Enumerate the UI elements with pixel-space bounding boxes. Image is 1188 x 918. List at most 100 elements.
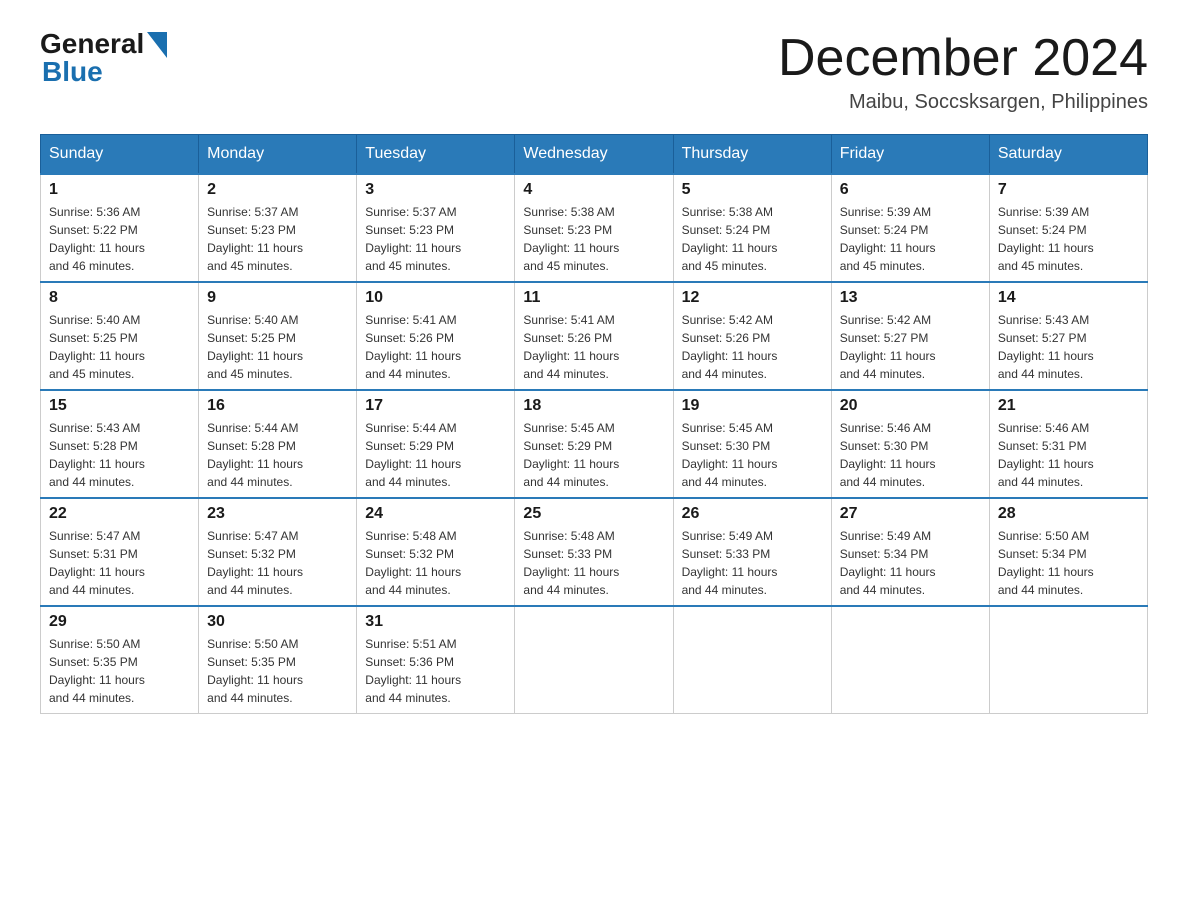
day-info: Sunrise: 5:36 AMSunset: 5:22 PMDaylight:… xyxy=(49,203,190,275)
day-number: 26 xyxy=(682,505,823,523)
calendar-header-row: SundayMondayTuesdayWednesdayThursdayFrid… xyxy=(41,135,1148,175)
day-info: Sunrise: 5:40 AMSunset: 5:25 PMDaylight:… xyxy=(207,311,348,383)
day-info: Sunrise: 5:47 AMSunset: 5:31 PMDaylight:… xyxy=(49,527,190,599)
day-number: 29 xyxy=(49,613,190,631)
day-info: Sunrise: 5:39 AMSunset: 5:24 PMDaylight:… xyxy=(840,203,981,275)
day-info: Sunrise: 5:49 AMSunset: 5:33 PMDaylight:… xyxy=(682,527,823,599)
day-number: 4 xyxy=(523,181,664,199)
calendar-cell: 18 Sunrise: 5:45 AMSunset: 5:29 PMDayligh… xyxy=(515,390,673,498)
day-info: Sunrise: 5:44 AMSunset: 5:29 PMDaylight:… xyxy=(365,419,506,491)
day-info: Sunrise: 5:49 AMSunset: 5:34 PMDaylight:… xyxy=(840,527,981,599)
page-header: General Blue December 2024 Maibu, Soccsk… xyxy=(40,30,1148,114)
calendar-week-row-3: 15 Sunrise: 5:43 AMSunset: 5:28 PMDayligh… xyxy=(41,390,1148,498)
calendar-cell: 13 Sunrise: 5:42 AMSunset: 5:27 PMDayligh… xyxy=(831,282,989,390)
day-number: 9 xyxy=(207,289,348,307)
day-info: Sunrise: 5:46 AMSunset: 5:31 PMDaylight:… xyxy=(998,419,1139,491)
calendar-cell: 17 Sunrise: 5:44 AMSunset: 5:29 PMDayligh… xyxy=(357,390,515,498)
day-number: 14 xyxy=(998,289,1139,307)
calendar-cell: 3Sunrise: 5:37 AMSunset: 5:23 PMDaylight… xyxy=(357,174,515,282)
logo-text-blue: Blue xyxy=(42,58,167,86)
calendar-cell: 9 Sunrise: 5:40 AMSunset: 5:25 PMDaylight… xyxy=(199,282,357,390)
calendar-cell: 12 Sunrise: 5:42 AMSunset: 5:26 PMDayligh… xyxy=(673,282,831,390)
day-number: 24 xyxy=(365,505,506,523)
day-number: 25 xyxy=(523,505,664,523)
logo: General Blue xyxy=(40,30,167,86)
calendar-cell: 2 Sunrise: 5:37 AMSunset: 5:23 PMDaylight… xyxy=(199,174,357,282)
day-number: 1 xyxy=(49,181,190,199)
day-info: Sunrise: 5:41 AMSunset: 5:26 PMDaylight:… xyxy=(523,311,664,383)
calendar-header-wednesday: Wednesday xyxy=(515,135,673,175)
day-number: 27 xyxy=(840,505,981,523)
day-number: 13 xyxy=(840,289,981,307)
day-number: 2 xyxy=(207,181,348,199)
calendar-cell: 1 Sunrise: 5:36 AMSunset: 5:22 PMDaylight… xyxy=(41,174,199,282)
calendar-cell: 7Sunrise: 5:39 AMSunset: 5:24 PMDaylight… xyxy=(989,174,1147,282)
day-info: Sunrise: 5:46 AMSunset: 5:30 PMDaylight:… xyxy=(840,419,981,491)
day-info: Sunrise: 5:43 AMSunset: 5:27 PMDaylight:… xyxy=(998,311,1139,383)
day-info: Sunrise: 5:48 AMSunset: 5:33 PMDaylight:… xyxy=(523,527,664,599)
calendar-cell: 27 Sunrise: 5:49 AMSunset: 5:34 PMDayligh… xyxy=(831,498,989,606)
day-number: 3 xyxy=(365,181,506,199)
calendar-week-row-1: 1 Sunrise: 5:36 AMSunset: 5:22 PMDaylight… xyxy=(41,174,1148,282)
calendar-cell: 29 Sunrise: 5:50 AMSunset: 5:35 PMDayligh… xyxy=(41,606,199,714)
calendar-table: SundayMondayTuesdayWednesdayThursdayFrid… xyxy=(40,134,1148,714)
day-info: Sunrise: 5:51 AMSunset: 5:36 PMDaylight:… xyxy=(365,635,506,707)
day-number: 22 xyxy=(49,505,190,523)
day-info: Sunrise: 5:37 AMSunset: 5:23 PMDaylight:… xyxy=(207,203,348,275)
page-title: December 2024 xyxy=(778,30,1148,87)
calendar-cell: 8 Sunrise: 5:40 AMSunset: 5:25 PMDaylight… xyxy=(41,282,199,390)
calendar-cell: 15 Sunrise: 5:43 AMSunset: 5:28 PMDayligh… xyxy=(41,390,199,498)
logo-text-general: General xyxy=(40,30,144,58)
day-info: Sunrise: 5:50 AMSunset: 5:35 PMDaylight:… xyxy=(207,635,348,707)
calendar-cell: 5 Sunrise: 5:38 AMSunset: 5:24 PMDaylight… xyxy=(673,174,831,282)
calendar-header-thursday: Thursday xyxy=(673,135,831,175)
day-number: 23 xyxy=(207,505,348,523)
calendar-cell xyxy=(831,606,989,714)
calendar-cell xyxy=(989,606,1147,714)
day-number: 15 xyxy=(49,397,190,415)
day-number: 30 xyxy=(207,613,348,631)
calendar-cell: 10 Sunrise: 5:41 AMSunset: 5:26 PMDayligh… xyxy=(357,282,515,390)
day-info: Sunrise: 5:50 AMSunset: 5:35 PMDaylight:… xyxy=(49,635,190,707)
calendar-cell: 28 Sunrise: 5:50 AMSunset: 5:34 PMDayligh… xyxy=(989,498,1147,606)
page-subtitle: Maibu, Soccsksargen, Philippines xyxy=(778,91,1148,114)
calendar-cell: 22 Sunrise: 5:47 AMSunset: 5:31 PMDayligh… xyxy=(41,498,199,606)
calendar-cell: 24Sunrise: 5:48 AMSunset: 5:32 PMDayligh… xyxy=(357,498,515,606)
day-number: 5 xyxy=(682,181,823,199)
day-info: Sunrise: 5:47 AMSunset: 5:32 PMDaylight:… xyxy=(207,527,348,599)
calendar-cell: 6Sunrise: 5:39 AMSunset: 5:24 PMDaylight… xyxy=(831,174,989,282)
calendar-cell: 16Sunrise: 5:44 AMSunset: 5:28 PMDayligh… xyxy=(199,390,357,498)
day-info: Sunrise: 5:41 AMSunset: 5:26 PMDaylight:… xyxy=(365,311,506,383)
day-info: Sunrise: 5:42 AMSunset: 5:27 PMDaylight:… xyxy=(840,311,981,383)
calendar-week-row-2: 8 Sunrise: 5:40 AMSunset: 5:25 PMDaylight… xyxy=(41,282,1148,390)
day-number: 19 xyxy=(682,397,823,415)
day-info: Sunrise: 5:38 AMSunset: 5:24 PMDaylight:… xyxy=(682,203,823,275)
day-number: 28 xyxy=(998,505,1139,523)
day-info: Sunrise: 5:38 AMSunset: 5:23 PMDaylight:… xyxy=(523,203,664,275)
calendar-header-saturday: Saturday xyxy=(989,135,1147,175)
calendar-header-tuesday: Tuesday xyxy=(357,135,515,175)
day-info: Sunrise: 5:42 AMSunset: 5:26 PMDaylight:… xyxy=(682,311,823,383)
day-number: 10 xyxy=(365,289,506,307)
day-number: 17 xyxy=(365,397,506,415)
calendar-cell: 14 Sunrise: 5:43 AMSunset: 5:27 PMDayligh… xyxy=(989,282,1147,390)
day-number: 20 xyxy=(840,397,981,415)
calendar-cell: 30 Sunrise: 5:50 AMSunset: 5:35 PMDayligh… xyxy=(199,606,357,714)
day-number: 8 xyxy=(49,289,190,307)
day-number: 16 xyxy=(207,397,348,415)
day-number: 18 xyxy=(523,397,664,415)
calendar-cell: 4 Sunrise: 5:38 AMSunset: 5:23 PMDaylight… xyxy=(515,174,673,282)
day-info: Sunrise: 5:45 AMSunset: 5:29 PMDaylight:… xyxy=(523,419,664,491)
title-section: December 2024 Maibu, Soccsksargen, Phili… xyxy=(778,30,1148,114)
calendar-cell xyxy=(673,606,831,714)
day-info: Sunrise: 5:43 AMSunset: 5:28 PMDaylight:… xyxy=(49,419,190,491)
day-number: 12 xyxy=(682,289,823,307)
calendar-cell: 25 Sunrise: 5:48 AMSunset: 5:33 PMDayligh… xyxy=(515,498,673,606)
calendar-header-sunday: Sunday xyxy=(41,135,199,175)
day-number: 7 xyxy=(998,181,1139,199)
day-info: Sunrise: 5:40 AMSunset: 5:25 PMDaylight:… xyxy=(49,311,190,383)
calendar-cell: 20 Sunrise: 5:46 AMSunset: 5:30 PMDayligh… xyxy=(831,390,989,498)
calendar-cell: 23 Sunrise: 5:47 AMSunset: 5:32 PMDayligh… xyxy=(199,498,357,606)
day-info: Sunrise: 5:45 AMSunset: 5:30 PMDaylight:… xyxy=(682,419,823,491)
day-info: Sunrise: 5:50 AMSunset: 5:34 PMDaylight:… xyxy=(998,527,1139,599)
